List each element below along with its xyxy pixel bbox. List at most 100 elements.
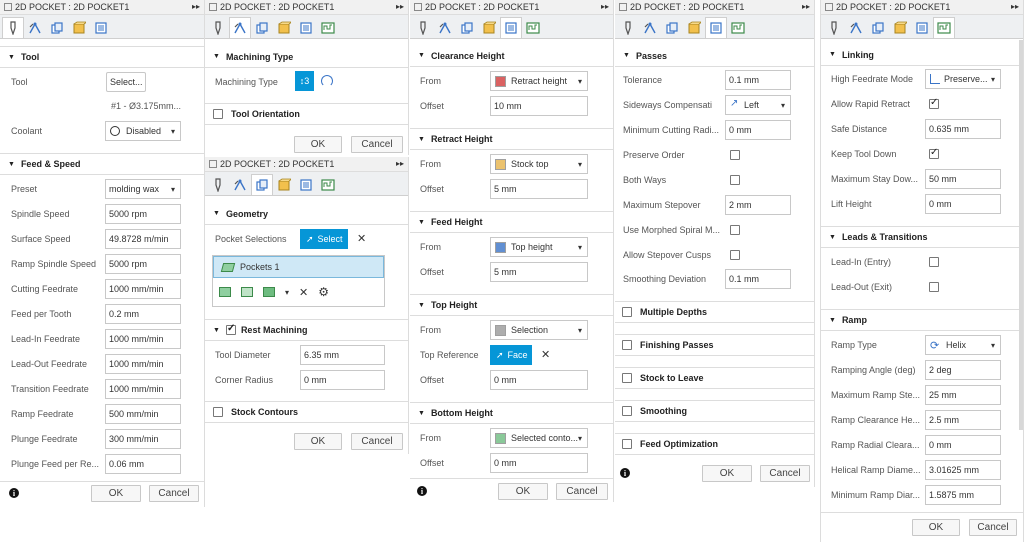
tab-linking[interactable] xyxy=(295,17,317,38)
section-rest-machining[interactable]: ▼ Rest Machining xyxy=(205,319,408,341)
cancel-button[interactable]: Cancel xyxy=(351,433,403,450)
tab-passes[interactable] xyxy=(683,17,705,38)
tab-linking[interactable] xyxy=(90,17,112,38)
from-dropdown[interactable]: Selection xyxy=(490,320,588,340)
delete-icon[interactable]: ✕ xyxy=(299,286,308,299)
smoothing-deviation-input[interactable]: 0.1 mm xyxy=(725,269,791,289)
ok-button[interactable]: OK xyxy=(294,136,342,153)
ok-button[interactable]: OK xyxy=(702,465,752,482)
tab-geometry[interactable] xyxy=(639,17,661,38)
tab-post[interactable] xyxy=(522,17,544,38)
ok-button[interactable]: OK xyxy=(91,485,141,502)
allow-stepover-cusps-checkbox[interactable] xyxy=(730,250,740,260)
offset-input[interactable]: 0 mm xyxy=(490,370,588,390)
info-icon[interactable]: i xyxy=(417,486,427,496)
corner-radius-input[interactable]: 0 mm xyxy=(300,370,385,390)
clear-selection-icon[interactable]: ✕ xyxy=(357,232,366,245)
ok-button[interactable]: OK xyxy=(498,483,548,500)
list-item-pockets[interactable]: Pockets 1 xyxy=(213,256,384,278)
expand-arrows-icon[interactable]: ▸▸ xyxy=(396,2,404,11)
finishing-passes-checkbox[interactable] xyxy=(622,340,632,350)
scrollbar[interactable] xyxy=(1019,40,1023,430)
smoothing-checkbox[interactable] xyxy=(622,406,632,416)
field-input[interactable]: 300 mm/min xyxy=(105,429,181,449)
from-dropdown[interactable]: Selected conto... xyxy=(490,428,588,448)
field-input[interactable]: 5000 rpm xyxy=(105,204,181,224)
coolant-dropdown[interactable]: Disabled xyxy=(105,121,181,141)
section-leads-transitions[interactable]: ▼ Leads & Transitions xyxy=(821,226,1023,248)
offset-input[interactable]: 5 mm xyxy=(490,179,588,199)
tab-passes[interactable] xyxy=(68,17,90,38)
expand-arrows-icon[interactable]: ▸▸ xyxy=(192,2,200,11)
safe-distance-input[interactable]: 0.635 mm xyxy=(925,119,1001,139)
allow-rapid-checkbox[interactable] xyxy=(929,97,939,109)
tab-post[interactable] xyxy=(317,174,339,195)
high-feedrate-dropdown[interactable]: Preserve... xyxy=(925,69,1001,89)
from-dropdown[interactable]: Retract height xyxy=(490,71,588,91)
tab-linking[interactable] xyxy=(500,17,522,38)
tab-passes[interactable] xyxy=(478,17,500,38)
section-height-group[interactable]: ▼ Feed Height xyxy=(410,211,613,233)
section-feed-speed[interactable]: ▼ Feed & Speed xyxy=(0,153,204,175)
tab-passes[interactable] xyxy=(889,17,911,38)
tab-heights[interactable] xyxy=(867,17,889,38)
section-tool[interactable]: ▼ Tool xyxy=(0,46,204,68)
min-cutting-radius-input[interactable]: 0 mm xyxy=(725,120,791,140)
max-stepover-input[interactable]: 2 mm xyxy=(725,195,791,215)
tolerance-input[interactable]: 0.1 mm xyxy=(725,70,791,90)
feed-optimization-checkbox[interactable] xyxy=(622,439,632,449)
tab-heights[interactable] xyxy=(251,17,273,38)
tab-tool[interactable] xyxy=(823,17,845,38)
field-input[interactable]: 49.8728 m/min xyxy=(105,229,181,249)
ramp-field-input[interactable]: 2.5 mm xyxy=(925,410,1001,430)
section-smoothing[interactable]: Smoothing xyxy=(615,400,814,422)
preset-dropdown[interactable]: molding wax xyxy=(105,179,181,199)
ramp-type-dropdown[interactable]: ⟳ Helix xyxy=(925,335,1001,355)
tab-linking[interactable] xyxy=(911,17,933,38)
tab-tool[interactable] xyxy=(207,174,229,195)
field-input[interactable]: 0.2 mm xyxy=(105,304,181,324)
ramp-field-input[interactable]: 3.01625 mm xyxy=(925,460,1001,480)
clear-reference-icon[interactable]: ✕ xyxy=(541,348,550,361)
info-icon[interactable]: i xyxy=(620,468,630,478)
tab-tool[interactable] xyxy=(207,17,229,38)
section-height-group[interactable]: ▼ Clearance Height xyxy=(410,45,613,67)
tool-diameter-input[interactable]: 6.35 mm xyxy=(300,345,385,365)
multiple-depths-checkbox[interactable] xyxy=(622,307,632,317)
cancel-button[interactable]: Cancel xyxy=(351,136,403,153)
rest-machining-checkbox[interactable] xyxy=(225,323,236,335)
field-input[interactable]: 5000 rpm xyxy=(105,254,181,274)
cancel-button[interactable]: Cancel xyxy=(149,485,199,502)
tab-linking[interactable] xyxy=(705,17,727,38)
section-height-group[interactable]: ▼ Bottom Height xyxy=(410,402,613,424)
tab-geometry[interactable] xyxy=(24,17,46,38)
section-tool-orientation[interactable]: Tool Orientation xyxy=(205,103,408,125)
tab-heights[interactable] xyxy=(251,174,273,195)
add-pocket-icon[interactable] xyxy=(219,287,231,297)
machining-type-2d-icon[interactable]: ↕3 xyxy=(295,71,314,91)
keep-tool-down-checkbox[interactable] xyxy=(929,147,939,159)
max-stay-down-input[interactable]: 50 mm xyxy=(925,169,1001,189)
expand-arrows-icon[interactable]: ▸▸ xyxy=(396,159,404,168)
lead-out-checkbox[interactable] xyxy=(929,282,939,292)
section-linking[interactable]: ▼ Linking xyxy=(821,44,1023,66)
tab-post[interactable] xyxy=(933,17,955,38)
offset-input[interactable]: 5 mm xyxy=(490,262,588,282)
from-dropdown[interactable]: Stock top xyxy=(490,154,588,174)
lead-in-checkbox[interactable] xyxy=(929,257,939,267)
tab-geometry[interactable] xyxy=(434,17,456,38)
select-button[interactable]: ➚ Select xyxy=(300,229,348,249)
section-finishing-passes[interactable]: Finishing Passes xyxy=(615,334,814,356)
cancel-button[interactable]: Cancel xyxy=(760,465,810,482)
face-button[interactable]: ➚ Face xyxy=(490,345,532,365)
stock-to-leave-checkbox[interactable] xyxy=(622,373,632,383)
tab-geometry[interactable] xyxy=(845,17,867,38)
field-input[interactable]: 1000 mm/min xyxy=(105,379,181,399)
use-morphed-checkbox[interactable] xyxy=(730,225,740,235)
add-contour-icon[interactable] xyxy=(241,287,253,297)
section-stock-contours[interactable]: Stock Contours xyxy=(205,401,408,423)
tab-heights[interactable] xyxy=(46,17,68,38)
offset-input[interactable]: 10 mm xyxy=(490,96,588,116)
machining-type-3d-icon[interactable] xyxy=(321,75,333,87)
section-feed-optimization[interactable]: Feed Optimization xyxy=(615,433,814,455)
